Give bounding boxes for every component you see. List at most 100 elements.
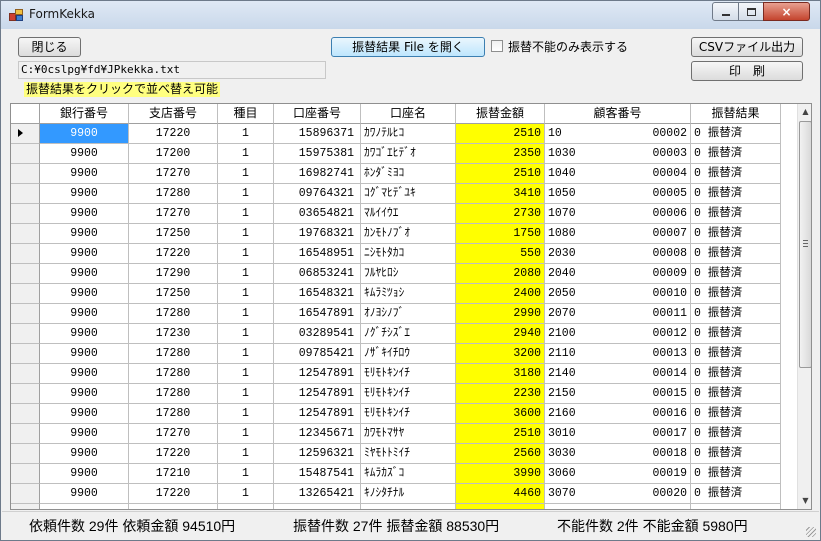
- column-header-type[interactable]: 種目: [218, 104, 274, 124]
- cell-amount[interactable]: 2510: [456, 164, 545, 184]
- row-header[interactable]: [11, 124, 40, 144]
- cell-bank[interactable]: 9900: [40, 124, 129, 144]
- scroll-thumb[interactable]: [799, 121, 811, 368]
- cell-account[interactable]: 09785421: [274, 344, 361, 364]
- cell-name[interactable]: ｷﾑﾗﾐﾂｮｼ: [361, 284, 456, 304]
- cell-account[interactable]: 12345671: [274, 424, 361, 444]
- table-row[interactable]: 9900 17280 1 09764321 ｺｸﾞﾏﾋﾃﾞﾕｷ 3410 1050 00005…: [11, 184, 797, 204]
- cell-bank[interactable]: 9900: [40, 324, 129, 344]
- row-header[interactable]: [11, 464, 40, 484]
- row-header[interactable]: [11, 184, 40, 204]
- cell-customer[interactable]: 3030 00018: [545, 444, 691, 464]
- print-button[interactable]: 印 刷: [691, 61, 803, 81]
- cell-type[interactable]: 1: [218, 244, 274, 264]
- table-row[interactable]: 9900 17280 1 09785421 ﾉｻﾞｷｲﾁﾛｳ 3200 2110 00013 0…: [11, 344, 797, 364]
- cell-amount[interactable]: 2510: [456, 424, 545, 444]
- column-header-bank[interactable]: 銀行番号: [40, 104, 129, 124]
- cell-name[interactable]: ﾌﾙﾔﾋﾛｼ: [361, 264, 456, 284]
- cell-type[interactable]: 1: [218, 464, 274, 484]
- cell-branch[interactable]: 17270: [129, 424, 218, 444]
- cell-type[interactable]: [218, 504, 274, 509]
- cell-amount[interactable]: 2080: [456, 264, 545, 284]
- cell-result[interactable]: 0 振替済: [691, 224, 781, 244]
- cell-name[interactable]: ﾏﾙｲｲｳｴ: [361, 204, 456, 224]
- open-file-button[interactable]: 振替結果 File を開く: [331, 37, 485, 57]
- cell-bank[interactable]: 9900: [40, 204, 129, 224]
- cell-account[interactable]: 19768321: [274, 224, 361, 244]
- cell-account[interactable]: 09764321: [274, 184, 361, 204]
- cell-branch[interactable]: 17280: [129, 364, 218, 384]
- row-header[interactable]: [11, 244, 40, 264]
- cell-result[interactable]: 0 振替済: [691, 124, 781, 144]
- row-header[interactable]: [11, 364, 40, 384]
- cell-name[interactable]: ﾉｸﾞﾁｼｽﾞｴ: [361, 324, 456, 344]
- table-row[interactable]: 9900 17220 1 15896371 ｶﾜﾉﾃﾙﾋｺ 2510 10 00002 0 振替…: [11, 124, 797, 144]
- cell-account[interactable]: 12547891: [274, 404, 361, 424]
- cell-amount[interactable]: 3990: [456, 464, 545, 484]
- cell-bank[interactable]: 9900: [40, 184, 129, 204]
- cell-amount[interactable]: 2350: [456, 144, 545, 164]
- cell-name[interactable]: ﾓﾘﾓﾄｷﾝｲﾁ: [361, 404, 456, 424]
- cell-name[interactable]: [361, 504, 456, 509]
- cell-amount[interactable]: 2510: [456, 124, 545, 144]
- row-header[interactable]: [11, 204, 40, 224]
- table-row[interactable]: 9900 17270 1 16982741 ﾎﾝﾀﾞﾐﾖｺ 2510 1040 00004 0 …: [11, 164, 797, 184]
- table-row[interactable]: 9900 17220 1 16548951 ﾆｼﾓﾄﾀｶｺ 550 2030 00008 0 振…: [11, 244, 797, 264]
- cell-account[interactable]: 15896371: [274, 124, 361, 144]
- cell-result[interactable]: 0 振替済: [691, 364, 781, 384]
- cell-branch[interactable]: 17270: [129, 164, 218, 184]
- cell-customer[interactable]: 1070 00006: [545, 204, 691, 224]
- table-row[interactable]: 9900 17200 1 15975381 ｶﾜｺﾞｴﾋﾃﾞｵ 2350 1030 00003…: [11, 144, 797, 164]
- cell-branch[interactable]: 17210: [129, 464, 218, 484]
- cell-result[interactable]: 0 振替済: [691, 484, 781, 504]
- cell-result[interactable]: 0 振替済: [691, 264, 781, 284]
- row-header[interactable]: [11, 264, 40, 284]
- cell-branch[interactable]: 17200: [129, 144, 218, 164]
- table-row[interactable]: 9900 17290 1 06853241 ﾌﾙﾔﾋﾛｼ 2080 2040 00009 0 振…: [11, 264, 797, 284]
- cell-bank[interactable]: 9900: [40, 424, 129, 444]
- cell-bank[interactable]: 9900: [40, 384, 129, 404]
- cell-name[interactable]: ｶﾜﾓﾄﾏｻﾔ: [361, 424, 456, 444]
- cell-result[interactable]: 0 振替済: [691, 164, 781, 184]
- scroll-up-icon[interactable]: ▲: [798, 104, 811, 120]
- column-header-name[interactable]: 口座名: [361, 104, 456, 124]
- cell-name[interactable]: ｷﾑﾗｶｽﾞｺ: [361, 464, 456, 484]
- row-header[interactable]: [11, 284, 40, 304]
- cell-branch[interactable]: 17270: [129, 204, 218, 224]
- column-header-customer[interactable]: 顧客番号: [545, 104, 691, 124]
- table-row[interactable]: 9900 17250 1 16548321 ｷﾑﾗﾐﾂｮｼ 2400 2050 00010 0 …: [11, 284, 797, 304]
- cell-amount[interactable]: [456, 504, 545, 509]
- cell-result[interactable]: 0 振替済: [691, 344, 781, 364]
- cell-name[interactable]: ｺｸﾞﾏﾋﾃﾞﾕｷ: [361, 184, 456, 204]
- cell-customer[interactable]: [545, 504, 691, 509]
- cell-customer[interactable]: 2100 00012: [545, 324, 691, 344]
- cell-result[interactable]: 0 振替済: [691, 324, 781, 344]
- cell-customer[interactable]: 1080 00007: [545, 224, 691, 244]
- csv-export-button[interactable]: CSVファイル出力: [691, 37, 803, 57]
- close-window-button[interactable]: ×: [763, 2, 810, 21]
- cell-account[interactable]: 12547891: [274, 384, 361, 404]
- cell-account[interactable]: 13265421: [274, 484, 361, 504]
- cell-branch[interactable]: 17250: [129, 284, 218, 304]
- cell-type[interactable]: 1: [218, 364, 274, 384]
- cell-branch[interactable]: 17230: [129, 324, 218, 344]
- cell-bank[interactable]: 9900: [40, 144, 129, 164]
- cell-name[interactable]: ﾎﾝﾀﾞﾐﾖｺ: [361, 164, 456, 184]
- cell-name[interactable]: ｶﾝﾓﾄﾉﾌﾞｵ: [361, 224, 456, 244]
- resize-grip-icon[interactable]: [806, 527, 816, 537]
- table-row[interactable]: 9900 17280 1 12547891 ﾓﾘﾓﾄｷﾝｲﾁ 2230 2150 00015 0…: [11, 384, 797, 404]
- cell-name[interactable]: ｷﾉｼﾀﾁﾅﾙ: [361, 484, 456, 504]
- cell-type[interactable]: 1: [218, 304, 274, 324]
- cell-result[interactable]: [691, 504, 781, 509]
- row-header[interactable]: [11, 444, 40, 464]
- cell-customer[interactable]: 10 00002: [545, 124, 691, 144]
- cell-bank[interactable]: 9900: [40, 164, 129, 184]
- table-row[interactable]: 9900 17280 1 12547891 ﾓﾘﾓﾄｷﾝｲﾁ 3600 2160 00016 0…: [11, 404, 797, 424]
- scroll-down-icon[interactable]: ▼: [798, 493, 811, 509]
- cell-branch[interactable]: 17250: [129, 224, 218, 244]
- cell-amount[interactable]: 2230: [456, 384, 545, 404]
- cell-bank[interactable]: 9900: [40, 444, 129, 464]
- cell-customer[interactable]: 1050 00005: [545, 184, 691, 204]
- row-header[interactable]: [11, 404, 40, 424]
- file-path-field[interactable]: C:¥0cslpg¥fd¥JPkekka.txt: [18, 61, 326, 79]
